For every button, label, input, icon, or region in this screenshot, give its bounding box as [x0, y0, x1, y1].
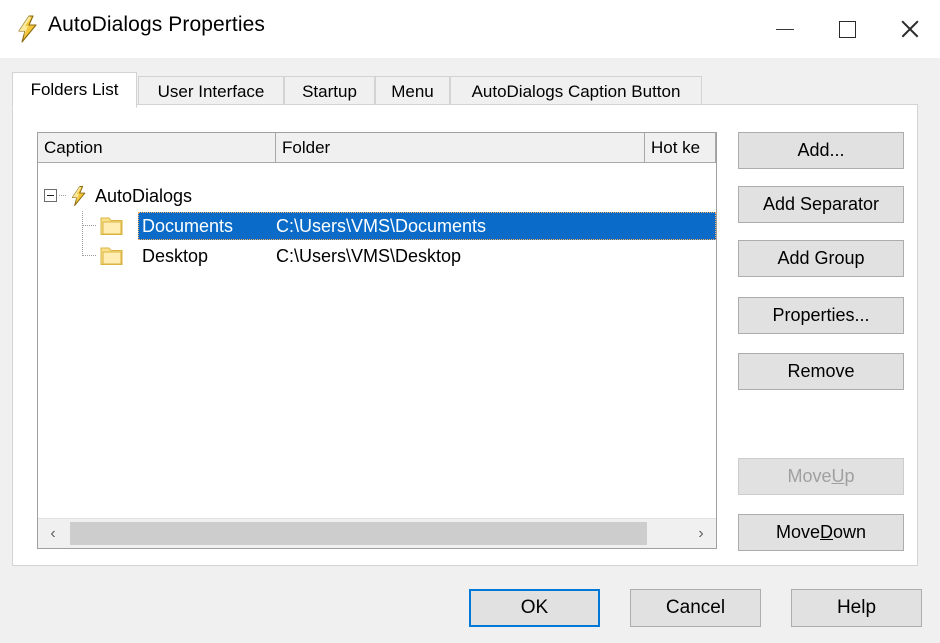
add-separator-button[interactable]: Add Separator: [738, 186, 904, 223]
scroll-left-icon[interactable]: ‹: [38, 519, 68, 548]
row-caption: Desktop: [142, 245, 209, 266]
move-down-label-pre: Move: [775, 522, 820, 542]
close-icon: [899, 19, 919, 39]
move-up-label-post: p: [844, 466, 855, 486]
folders-list-view[interactable]: Caption Folder Hot ke AutoDialogs Docume…: [37, 132, 717, 549]
move-down-label-post: own: [832, 522, 867, 542]
table-row[interactable]: AutoDialogs: [38, 181, 716, 211]
row-folder: C:\Users\VMS\Desktop: [276, 245, 462, 266]
table-row[interactable]: Documents C:\Users\VMS\Documents: [38, 211, 716, 241]
tree-line: [83, 255, 96, 256]
add-button[interactable]: Add...: [738, 132, 904, 169]
folder-icon: [100, 216, 124, 236]
row-caption: AutoDialogs: [95, 185, 193, 206]
move-up-mnemonic: U: [831, 466, 845, 486]
move-down-button[interactable]: Move Down: [738, 514, 904, 551]
close-button[interactable]: [878, 0, 940, 58]
help-button[interactable]: Help: [791, 589, 922, 627]
tab-strip: Folders List User Interface Startup Menu…: [12, 72, 918, 108]
column-header-folder[interactable]: Folder: [276, 133, 645, 163]
tab-caption-button[interactable]: AutoDialogs Caption Button: [450, 76, 702, 106]
list-header: Caption Folder Hot ke: [38, 133, 716, 163]
column-header-caption[interactable]: Caption: [38, 133, 276, 163]
move-up-button[interactable]: Move Up: [738, 458, 904, 495]
tree-line: [83, 225, 96, 226]
window-controls: [754, 0, 940, 58]
minimize-icon: [776, 28, 794, 30]
table-row[interactable]: Desktop C:\Users\VMS\Desktop: [38, 241, 716, 271]
tab-folders-list[interactable]: Folders List: [12, 72, 137, 108]
maximize-icon: [838, 20, 856, 38]
remove-button[interactable]: Remove: [738, 353, 904, 390]
maximize-button[interactable]: [816, 0, 878, 58]
list-body: AutoDialogs Documents C:\Users\VMS\Docum…: [38, 163, 716, 518]
tab-menu[interactable]: Menu: [375, 76, 450, 106]
tab-startup[interactable]: Startup: [284, 76, 375, 106]
title-bar: AutoDialogs Properties: [0, 0, 940, 58]
move-down-mnemonic: D: [819, 522, 833, 542]
tree-line: [82, 241, 83, 256]
column-header-hotkey[interactable]: Hot ke: [645, 133, 716, 163]
scrollbar-thumb[interactable]: [70, 522, 647, 545]
horizontal-scrollbar[interactable]: ‹ ›: [38, 518, 716, 548]
cancel-button[interactable]: Cancel: [630, 589, 761, 627]
lightning-bolt-icon: [68, 184, 90, 208]
lightning-bolt-icon: [13, 14, 43, 44]
add-group-button[interactable]: Add Group: [738, 240, 904, 277]
ok-button[interactable]: OK: [469, 589, 600, 627]
properties-button[interactable]: Properties...: [738, 297, 904, 334]
minimize-button[interactable]: [754, 0, 816, 58]
folder-icon: [100, 246, 124, 266]
row-caption: Documents: [142, 215, 234, 236]
scroll-right-icon[interactable]: ›: [686, 519, 716, 548]
window-title: AutoDialogs Properties: [48, 13, 265, 36]
tree-line: [82, 211, 83, 241]
move-up-label-pre: Move: [787, 466, 832, 486]
collapse-expander-icon[interactable]: [44, 189, 57, 202]
row-folder: C:\Users\VMS\Documents: [276, 215, 487, 236]
tab-user-interface[interactable]: User Interface: [138, 76, 284, 106]
tree-line: [59, 195, 67, 196]
